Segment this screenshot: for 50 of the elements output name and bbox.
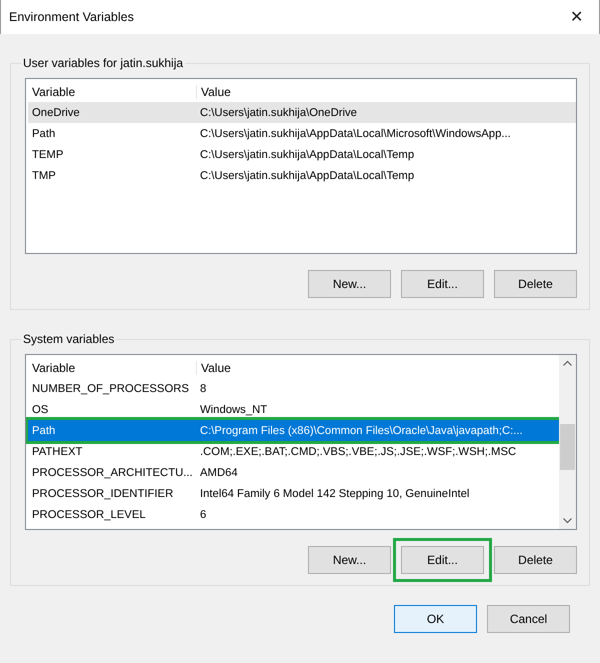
variable-value: C:\Program Files (x86)\Common Files\Oracle\Java\javapath;C:... <box>199 424 524 436</box>
variable-row[interactable]: NUMBER_OF_PROCESSORS 8 <box>28 378 559 399</box>
variable-value: C:\Users\jatin.sukhija\AppData\Local\Temp <box>199 170 416 182</box>
column-header[interactable]: Value <box>196 84 576 98</box>
variable-row[interactable]: OneDrive C:\Users\jatin.sukhija\OneDrive <box>28 102 576 123</box>
variable-value: AMD64 <box>199 466 239 478</box>
dialog-button[interactable]: New... <box>308 546 391 574</box>
variable-row[interactable]: PROCESSOR_ARCHITECTU... AMD64 <box>28 462 559 483</box>
variable-name: PATHEXT <box>31 446 84 458</box>
scrollbar[interactable] <box>559 355 576 529</box>
window-title: Environment Variables <box>9 10 134 24</box>
variable-row[interactable]: Path C:\Program Files (x86)\Common Files\Oracle\Java\javapath;C:... <box>28 420 559 441</box>
dialog-button[interactable]: New... <box>308 270 391 298</box>
variable-value: C:\Users\jatin.sukhija\AppData\Local\Temp <box>199 148 416 160</box>
dialog-button[interactable]: OK <box>394 605 477 633</box>
close-icon[interactable]: ✕ <box>564 7 589 27</box>
variable-value: .COM;.EXE;.BAT;.CMD;.VBS;.VBE;.JS;.JSE;.WSF;.WSH;.MSC <box>199 446 518 458</box>
variable-name: OS <box>31 404 50 416</box>
variable-name: TEMP <box>31 148 64 160</box>
variable-row[interactable]: TMP C:\Users\jatin.sukhija\AppData\Local\Temp <box>28 165 576 186</box>
column-header[interactable]: Variable <box>28 84 196 98</box>
variable-name: Path <box>31 424 56 436</box>
dialog-button[interactable]: Cancel <box>487 605 570 633</box>
column-header[interactable]: Variable <box>28 360 196 374</box>
variable-name: PROCESSOR_ARCHITECTU... <box>31 466 194 478</box>
variable-name: NUMBER_OF_PROCESSORS <box>31 382 190 394</box>
variable-value: Windows_NT <box>199 404 268 416</box>
variable-value: 8 <box>199 382 208 394</box>
variable-name: OneDrive <box>31 106 81 118</box>
variable-row[interactable]: Path C:\Users\jatin.sukhija\AppData\Local\Microsoft\WindowsApp... <box>28 123 576 144</box>
group-title: System variables <box>22 332 116 346</box>
dialog-button[interactable]: Edit... <box>401 546 484 574</box>
variable-value: C:\Users\jatin.sukhija\OneDrive <box>199 106 358 118</box>
variable-row[interactable]: PROCESSOR_LEVEL 6 <box>28 504 559 525</box>
group-title: User variables for jatin.sukhija <box>22 56 184 70</box>
variable-name: PROCESSOR_IDENTIFIER <box>31 488 174 500</box>
variable-value: Intel64 Family 6 Model 142 Stepping 10, GenuineIntel <box>199 488 470 500</box>
dialog-button[interactable]: Edit... <box>401 270 484 298</box>
variable-row[interactable]: OS Windows_NT <box>28 399 559 420</box>
variable-name: TMP <box>31 170 57 182</box>
variable-row[interactable]: PROCESSOR_IDENTIFIER Intel64 Family 6 Model 142 Stepping 10, GenuineIntel <box>28 483 559 504</box>
variable-row[interactable]: PATHEXT .COM;.EXE;.BAT;.CMD;.VBS;.VBE;.JS;.JSE;.WSF;.WSH;.MSC <box>28 441 559 462</box>
variable-row[interactable]: TEMP C:\Users\jatin.sukhija\AppData\Local\Temp <box>28 144 576 165</box>
variable-value: C:\Users\jatin.sukhija\AppData\Local\Microsoft\WindowsApp... <box>199 128 512 140</box>
variable-name: Path <box>31 128 56 140</box>
dialog-button[interactable]: Delete <box>494 546 577 574</box>
variable-value: 6 <box>199 508 208 520</box>
scrollbar-thumb[interactable] <box>560 424 575 470</box>
dialog-button[interactable]: Delete <box>494 270 577 298</box>
variable-name: PROCESSOR_LEVEL <box>31 508 147 520</box>
